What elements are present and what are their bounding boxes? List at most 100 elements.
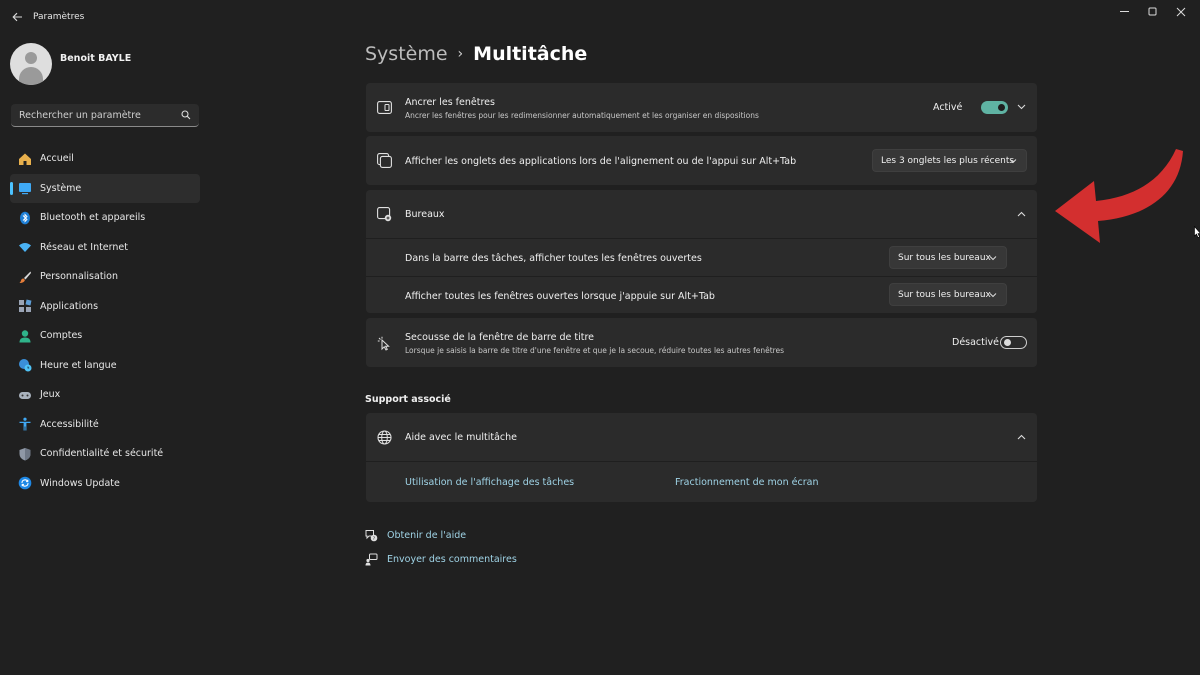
support-card: Aide avec le multitâche Utilisation de l… (366, 413, 1037, 502)
user-name: Benoit BAYLE (60, 52, 132, 64)
dropdown-value: Sur tous les bureaux (898, 252, 991, 263)
shake-toggle[interactable] (1000, 336, 1027, 349)
taskbar-windows-label: Dans la barre des tâches, afficher toute… (405, 253, 702, 264)
maximize-icon[interactable] (1140, 4, 1166, 20)
chevron-down-icon[interactable] (1016, 102, 1026, 112)
taskbar-windows-row: Dans la barre des tâches, afficher toute… (366, 239, 1037, 276)
back-arrow-icon[interactable] (8, 8, 26, 26)
snap-state-label: Activé (933, 102, 963, 113)
send-feedback-link[interactable]: Envoyer des commentaires (365, 553, 517, 566)
page-title: Multitâche (473, 43, 588, 65)
app-tabs-title: Afficher les onglets des applications lo… (405, 156, 797, 167)
red-arrow-annotation (1055, 149, 1183, 243)
title-bar-shake-title: Secousse de la fenêtre de barre de titre (405, 332, 594, 343)
sidebar-item-confidentialite[interactable]: Confidentialité et sécurité (10, 439, 200, 469)
desktops-title: Bureaux (405, 209, 445, 220)
title-bar-shake-card: Secousse de la fenêtre de barre de titre… (366, 318, 1037, 367)
alttab-windows-row: Afficher toutes les fenêtres ouvertes lo… (366, 277, 1037, 313)
globe-icon (376, 429, 392, 445)
sidebar-item-applications[interactable]: Applications (10, 292, 200, 322)
shake-cursor-icon (376, 335, 392, 351)
sidebar-item-label: Heure et langue (40, 359, 117, 371)
support-section-title: Support associé (365, 394, 451, 405)
sidebar-item-heure[interactable]: Heure et langue (10, 351, 200, 381)
brush-icon (18, 270, 32, 284)
sidebar-item-comptes[interactable]: Comptes (10, 321, 200, 351)
chevron-down-icon (989, 254, 997, 262)
app-tabs-card: Afficher les onglets des applications lo… (366, 136, 1037, 185)
sidebar-item-accessibilite[interactable]: Accessibilité (10, 410, 200, 440)
search-placeholder: Rechercher un paramètre (19, 110, 141, 121)
close-icon[interactable] (1168, 4, 1194, 20)
snap-windows-subtitle: Ancrer les fenêtres pour les redimension… (405, 111, 759, 120)
sidebar-item-label: Applications (40, 300, 99, 312)
sidebar-item-label: Personnalisation (40, 271, 119, 283)
sidebar-item-label: Bluetooth et appareils (40, 212, 146, 224)
wifi-icon (18, 240, 32, 254)
title-bar-shake-subtitle: Lorsque je saisis la barre de titre d'un… (405, 346, 785, 355)
chevron-up-icon[interactable] (1016, 432, 1026, 442)
alttab-windows-dropdown[interactable]: Sur tous les bureaux (889, 283, 1007, 306)
tabs-window-icon (376, 152, 392, 168)
breadcrumb-parent[interactable]: Système (365, 43, 448, 65)
breadcrumb: Système › Multitâche (365, 43, 587, 65)
breadcrumb-separator: › (457, 46, 464, 62)
snap-layout-icon (376, 99, 392, 115)
sidebar-item-label: Jeux (40, 389, 61, 401)
sidebar-item-label: Accueil (40, 153, 74, 165)
minimize-icon[interactable] (1112, 4, 1138, 20)
snap-windows-card[interactable]: Ancrer les fenêtres Ancrer les fenêtres … (366, 83, 1037, 132)
alttab-windows-label: Afficher toutes les fenêtres ouvertes lo… (405, 291, 715, 302)
shield-icon (18, 447, 32, 461)
user-profile[interactable]: Benoit BAYLE (10, 42, 200, 86)
mouse-cursor-icon (1194, 226, 1200, 238)
sidebar-item-reseau[interactable]: Réseau et Internet (10, 233, 200, 263)
account-icon (18, 329, 32, 343)
chevron-up-icon[interactable] (1016, 209, 1026, 219)
sidebar-item-windows-update[interactable]: Windows Update (10, 469, 200, 499)
desktops-card: Bureaux Dans la barre des tâches, affich… (366, 190, 1037, 313)
task-view-link[interactable]: Utilisation de l'affichage des tâches (405, 477, 574, 488)
search-input[interactable]: Rechercher un paramètre (11, 104, 199, 127)
title-bar: Paramètres (0, 0, 1200, 36)
search-icon (181, 110, 191, 120)
split-screen-link[interactable]: Fractionnement de mon écran (675, 477, 818, 488)
home-icon (18, 152, 32, 166)
support-card-title: Aide avec le multitâche (405, 432, 517, 443)
snap-toggle[interactable] (981, 101, 1008, 114)
sidebar-item-personnalisation[interactable]: Personnalisation (10, 262, 200, 292)
sidebar-item-accueil[interactable]: Accueil (10, 144, 200, 174)
support-links-row: Utilisation de l'affichage des tâches Fr… (366, 462, 1037, 502)
sidebar-item-label: Comptes (40, 330, 83, 342)
bluetooth-icon (18, 211, 32, 225)
feedback-icon (365, 553, 378, 566)
taskbar-windows-dropdown[interactable]: Sur tous les bureaux (889, 246, 1007, 269)
desktops-header[interactable]: Bureaux (366, 190, 1037, 238)
sidebar-item-bluetooth[interactable]: Bluetooth et appareils (10, 203, 200, 233)
sidebar-item-jeux[interactable]: Jeux (10, 380, 200, 410)
send-feedback-label: Envoyer des commentaires (387, 554, 517, 565)
chevron-down-icon (1009, 157, 1017, 165)
globe-clock-icon (18, 358, 32, 372)
sidebar-item-label: Windows Update (40, 477, 120, 489)
app-title: Paramètres (33, 12, 85, 22)
desktops-icon (376, 206, 392, 222)
update-icon (18, 476, 32, 490)
sidebar-item-systeme[interactable]: Système (10, 173, 200, 203)
app-tabs-dropdown[interactable]: Les 3 onglets les plus récents (872, 149, 1027, 172)
get-help-label: Obtenir de l'aide (387, 530, 467, 541)
get-help-link[interactable]: ? Obtenir de l'aide (365, 529, 466, 542)
gamepad-icon (18, 388, 32, 402)
sidebar-item-label: Accessibilité (40, 418, 99, 430)
avatar (10, 43, 52, 85)
apps-icon (18, 299, 32, 313)
sidebar-nav: Accueil Système Bluetooth et appareils R… (10, 144, 200, 498)
system-icon (18, 181, 32, 195)
shake-state-label: Désactivé (952, 337, 999, 348)
snap-windows-title: Ancrer les fenêtres (405, 97, 495, 108)
accessibility-icon (18, 417, 32, 431)
help-chat-icon: ? (365, 529, 378, 542)
chevron-down-icon (989, 291, 997, 299)
dropdown-value: Sur tous les bureaux (898, 289, 991, 300)
support-header[interactable]: Aide avec le multitâche (366, 413, 1037, 461)
